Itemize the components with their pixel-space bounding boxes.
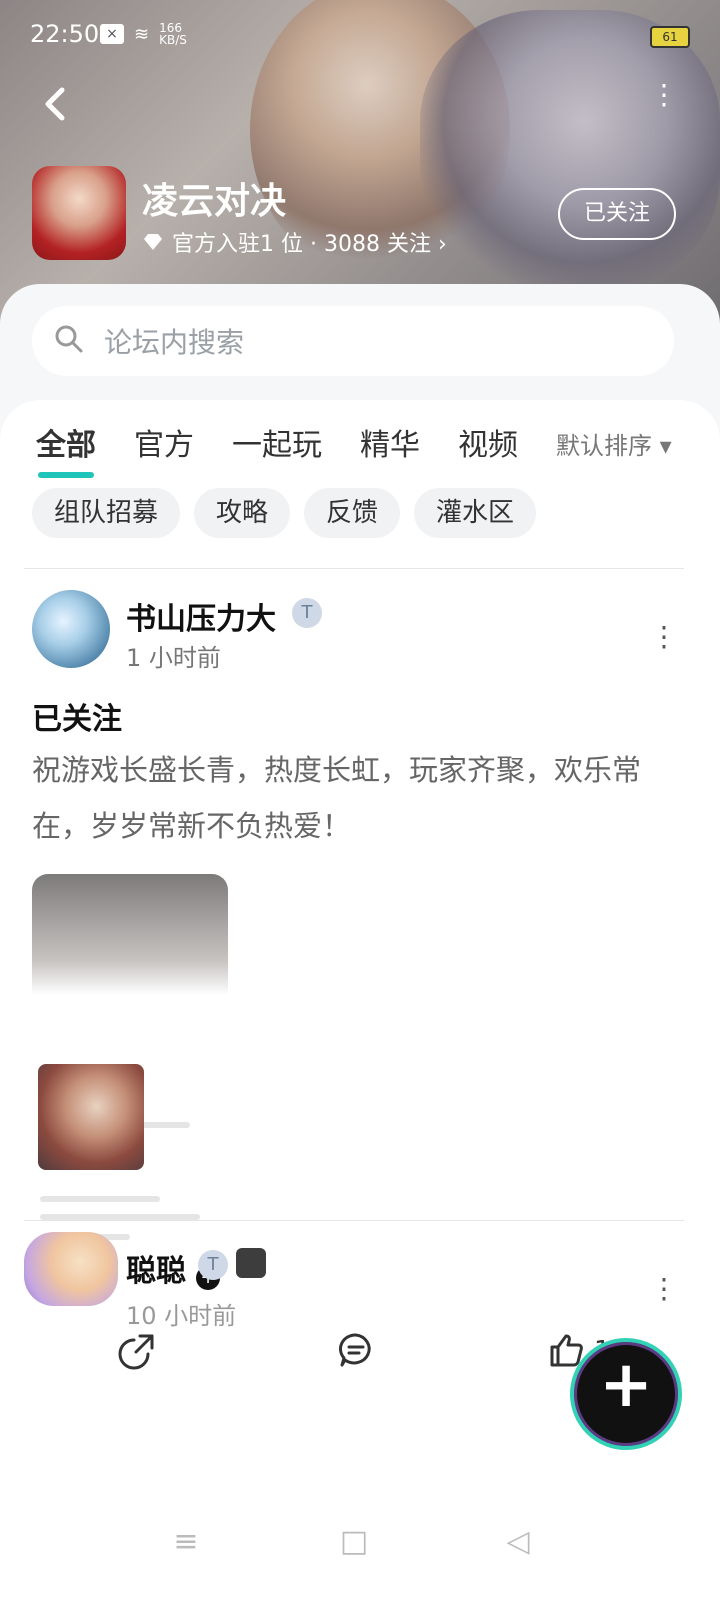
menu-icon: ≡ bbox=[173, 1524, 199, 1559]
chip-guide[interactable]: 攻略 bbox=[194, 488, 291, 538]
category-chips: 组队招募 攻略 反馈 灌水区 bbox=[32, 488, 537, 538]
comment-icon bbox=[339, 1333, 371, 1367]
create-post-button[interactable] bbox=[570, 1338, 682, 1450]
search-icon bbox=[55, 325, 83, 353]
more-vertical-icon: ⋮ bbox=[650, 620, 678, 653]
avatar[interactable] bbox=[32, 590, 110, 668]
level-badge-icon: T bbox=[198, 1250, 228, 1280]
back-button[interactable] bbox=[36, 84, 76, 124]
battery-icon: 61 bbox=[650, 26, 690, 48]
comment-button[interactable] bbox=[326, 1330, 386, 1390]
follow-button[interactable]: 已关注 bbox=[558, 188, 676, 240]
diamond-icon bbox=[144, 234, 162, 250]
divider bbox=[24, 568, 684, 569]
triangle-back-icon: ◁ bbox=[506, 1524, 530, 1559]
divider bbox=[24, 1220, 684, 1221]
post-title[interactable]: 已关注 bbox=[32, 694, 122, 738]
menu-button[interactable]: ≡ bbox=[166, 1522, 206, 1562]
more-options-button[interactable]: ⋮ bbox=[650, 81, 678, 120]
forum-logo bbox=[32, 166, 126, 260]
search-input[interactable] bbox=[102, 316, 666, 368]
sort-dropdown[interactable]: 默认排序 ▾ bbox=[556, 426, 672, 461]
status-time: 22:50 bbox=[30, 20, 100, 48]
network-speed: 166 KB/S bbox=[159, 22, 187, 46]
back-nav-button[interactable]: ◁ bbox=[498, 1522, 538, 1562]
more-vertical-icon: ⋮ bbox=[650, 1272, 678, 1305]
tab-all[interactable]: 全部 bbox=[36, 420, 96, 478]
forum-meta-text: 官方入驻1 位 · 3088 关注 › bbox=[172, 232, 447, 257]
share-button[interactable] bbox=[108, 1330, 168, 1390]
system-nav-bar: ≡ □ ◁ bbox=[0, 1480, 720, 1600]
post-more-button[interactable]: ⋮ bbox=[650, 620, 678, 653]
tab-official[interactable]: 官方 bbox=[134, 420, 194, 464]
post-time: 10 小时前 bbox=[126, 1302, 237, 1330]
medal-icon bbox=[236, 1248, 266, 1278]
more-vertical-icon: ⋮ bbox=[650, 78, 678, 111]
notification-icon: × bbox=[100, 24, 124, 44]
level-badge-icon: T bbox=[292, 598, 322, 628]
post-text[interactable]: 祝游戏长盛长青，热度长虹，玩家齐聚，欢乐常在，岁岁常新不负热爱！ bbox=[32, 742, 682, 854]
post-more-button[interactable]: ⋮ bbox=[650, 1272, 678, 1305]
chip-team-recruit[interactable]: 组队招募 bbox=[32, 488, 181, 538]
tab-featured[interactable]: 精华 bbox=[360, 420, 420, 464]
status-bar: 22:50 × ≋ 166 KB/S 61 bbox=[0, 0, 720, 70]
tab-video[interactable]: 视频 bbox=[458, 420, 518, 464]
chevron-left-icon bbox=[45, 87, 65, 121]
home-button[interactable]: □ bbox=[334, 1522, 374, 1562]
status-icons: × ≋ 166 KB/S bbox=[100, 22, 187, 46]
tab-play-together[interactable]: 一起玩 bbox=[232, 420, 322, 464]
chip-chat[interactable]: 灌水区 bbox=[414, 488, 537, 538]
share-icon bbox=[118, 1334, 154, 1370]
forum-title: 凌云对决 bbox=[142, 181, 287, 222]
chip-feedback[interactable]: 反馈 bbox=[304, 488, 401, 538]
post-author[interactable]: 书山压力大 bbox=[126, 594, 276, 638]
tab-bar: 全部 官方 一起玩 精华 视频 bbox=[36, 420, 518, 478]
post-time: 1 小时前 bbox=[126, 644, 221, 672]
wifi-icon: ≋ bbox=[134, 23, 150, 45]
image-decor bbox=[40, 1196, 160, 1202]
square-icon: □ bbox=[339, 1524, 369, 1559]
network-speed-unit: KB/S bbox=[159, 33, 187, 47]
search-bar[interactable] bbox=[32, 306, 674, 376]
avatar[interactable] bbox=[24, 1232, 118, 1306]
post-author[interactable]: 聪聪 bbox=[126, 1246, 186, 1290]
image-decor bbox=[38, 1064, 144, 1170]
forum-meta[interactable]: 官方入驻1 位 · 3088 关注 › bbox=[142, 226, 447, 258]
